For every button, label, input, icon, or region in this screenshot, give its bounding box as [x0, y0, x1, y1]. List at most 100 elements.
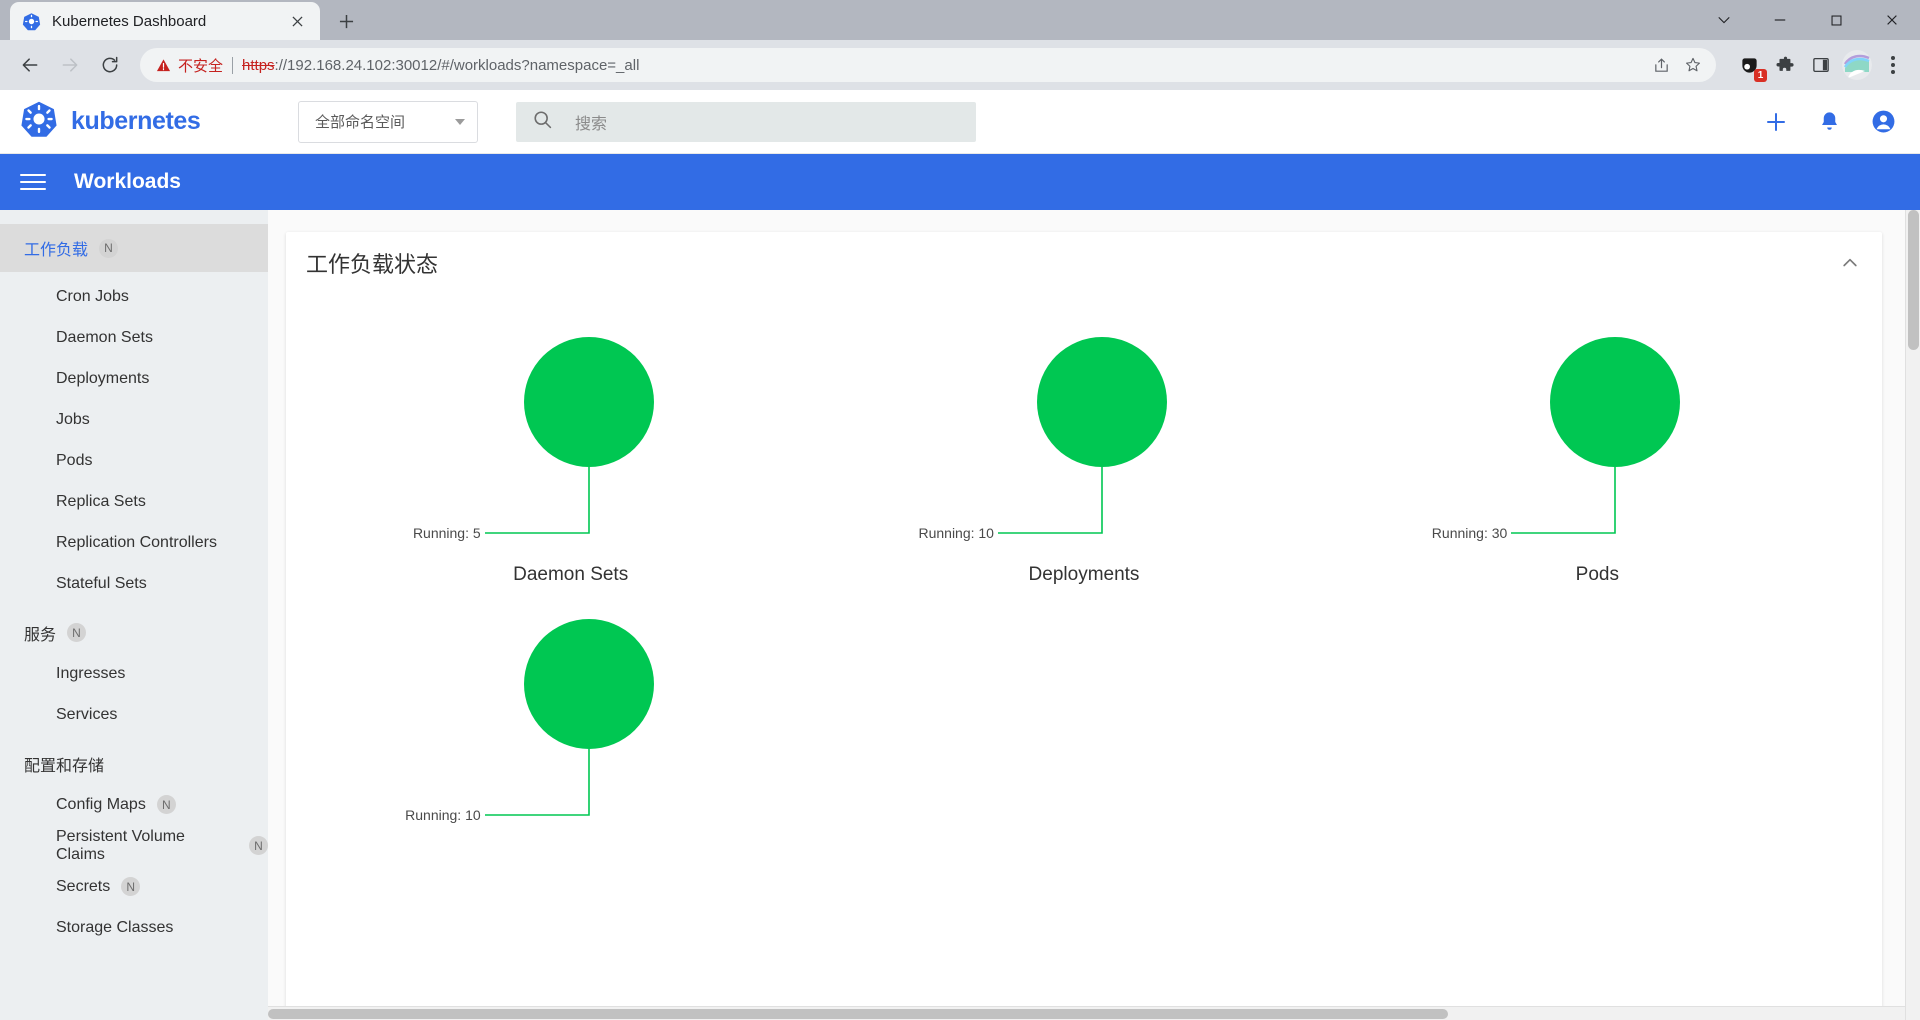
sidebar-item-label: Replication Controllers	[56, 533, 217, 551]
sidebar-item-4[interactable]: Jobs	[0, 399, 268, 440]
sidebar-item-12[interactable]: 配置和存储	[0, 743, 268, 784]
create-button[interactable]	[1764, 110, 1788, 134]
extension-puzzle-icon[interactable]	[1770, 50, 1800, 80]
tab-close-icon[interactable]	[286, 10, 308, 32]
share-icon[interactable]	[1646, 50, 1676, 80]
sidebar-item-badge: N	[249, 836, 268, 855]
sidebar-item-3[interactable]: Deployments	[0, 358, 268, 399]
workload-chart-3: Running: 10	[314, 596, 827, 836]
star-icon[interactable]	[1678, 50, 1708, 80]
sidebar-item-label: Daemon Sets	[56, 328, 153, 346]
window-chevron-down-icon[interactable]	[1696, 0, 1752, 40]
workload-chart-grid: Running: 5 Daemon Sets Running: 10 Deployme…	[286, 294, 1882, 836]
sidebar-item-10[interactable]: Ingresses	[0, 653, 268, 694]
hamburger-menu-icon[interactable]	[20, 174, 46, 190]
workload-chart-2: Running: 30 Pods	[1341, 314, 1854, 586]
extension-badge-count: 1	[1754, 69, 1767, 82]
namespace-selector[interactable]: 全部命名空间	[298, 100, 478, 143]
window-close-icon[interactable]	[1864, 0, 1920, 40]
side-panel-icon[interactable]	[1806, 50, 1836, 80]
body-area: 工作负载 N Cron Jobs Daemon Sets Deployments Jobs…	[0, 210, 1920, 1020]
sidebar-item-6[interactable]: Replica Sets	[0, 481, 268, 522]
sidebar-item-label: Stateful Sets	[56, 574, 147, 592]
sidebar-item-label: Deployments	[56, 369, 150, 387]
pie-chart[interactable]: Running: 10	[361, 596, 781, 836]
page-title: Workloads	[74, 170, 181, 193]
card-header: 工作负载状态	[286, 232, 1882, 294]
sidebar-item-9[interactable]: 服务 N	[0, 612, 268, 653]
chart-title: Pods	[1575, 564, 1619, 585]
omnibox-divider	[232, 56, 234, 74]
window-maximize-icon[interactable]	[1808, 0, 1864, 40]
window-minimize-icon[interactable]	[1752, 0, 1808, 40]
vertical-scrollbar[interactable]	[1905, 210, 1920, 1020]
sidebar-item-0[interactable]: 工作负载 N	[0, 224, 268, 272]
chart-title: Deployments	[1028, 564, 1140, 585]
pie-chart[interactable]: Running: 10	[874, 314, 1294, 554]
kubernetes-logo-icon	[20, 100, 58, 143]
sidebar-item-label: Services	[56, 705, 118, 723]
window-controls	[1696, 0, 1920, 40]
sidebar-item-label: Jobs	[56, 410, 90, 428]
chart-title: Daemon Sets	[513, 564, 629, 585]
sidebar-item-14[interactable]: Persistent Volume Claims N	[0, 825, 268, 866]
sidebar-nav: 工作负载 N Cron Jobs Daemon Sets Deployments Jobs…	[0, 210, 268, 1020]
sidebar-item-label: Replica Sets	[56, 492, 146, 510]
forward-arrow-icon[interactable]	[52, 47, 88, 83]
sidebar-item-13[interactable]: Config Maps N	[0, 784, 268, 825]
security-status-label: 不安全	[178, 57, 224, 75]
sidebar-item-label: 服务	[24, 626, 57, 644]
new-tab-button[interactable]	[329, 4, 363, 38]
horizontal-scrollbar[interactable]	[268, 1006, 1905, 1020]
sidebar-item-8[interactable]: Stateful Sets	[0, 563, 268, 604]
browser-tab-title: Kubernetes Dashboard	[52, 12, 207, 30]
horizontal-scrollbar-thumb[interactable]	[268, 1009, 1448, 1019]
sidebar-item-badge: N	[121, 877, 141, 896]
browser-toolbar: 不安全 https://192.168.24.102:30012/#/workl…	[0, 40, 1920, 90]
search-input[interactable]: 搜索	[516, 101, 976, 142]
profile-avatar-icon[interactable]	[1842, 50, 1872, 80]
sidebar-item-label: Ingresses	[56, 664, 126, 682]
extension-icons: 1	[1734, 50, 1908, 82]
header-actions	[1764, 109, 1896, 134]
omnibox-url: https://192.168.24.102:30012/#/workloads…	[242, 57, 639, 74]
back-arrow-icon[interactable]	[12, 47, 48, 83]
vertical-scrollbar-thumb[interactable]	[1908, 210, 1919, 350]
app-header: kubernetes 全部命名空间 搜索	[0, 90, 1920, 154]
account-button[interactable]	[1871, 109, 1896, 134]
browser-tab-strip: Kubernetes Dashboard	[0, 0, 1920, 40]
sidebar-item-label: Pods	[56, 451, 93, 469]
sidebar-item-5[interactable]: Pods	[0, 440, 268, 481]
search-icon	[532, 109, 553, 135]
sidebar-item-label: Config Maps	[56, 795, 146, 813]
sidebar-item-label: 配置和存储	[24, 757, 105, 775]
sidebar-item-label: Persistent Volume Claims	[56, 827, 185, 863]
sidebar-item-2[interactable]: Daemon Sets	[0, 317, 268, 358]
kebab-menu-icon[interactable]	[1878, 50, 1908, 80]
sidebar-item-label: Storage Classes	[56, 918, 174, 936]
chevron-down-icon	[455, 118, 465, 125]
chevron-up-icon[interactable]	[1840, 253, 1860, 273]
omnibox[interactable]: 不安全 https://192.168.24.102:30012/#/workl…	[140, 48, 1716, 82]
sidebar-item-7[interactable]: Replication Controllers	[0, 522, 268, 563]
sidebar-item-16[interactable]: Storage Classes	[0, 907, 268, 948]
page-root: kubernetes 全部命名空间 搜索 Workloads 工作负载 N Cr…	[0, 90, 1920, 1020]
browser-tab[interactable]: Kubernetes Dashboard	[10, 2, 320, 40]
sidebar-item-11[interactable]: Services	[0, 694, 268, 735]
workload-chart-1: Running: 10 Deployments	[827, 314, 1340, 586]
main-content: 工作负载状态 Running: 5 Daemon Sets Running: 10 D…	[268, 210, 1920, 1020]
kubernetes-favicon	[22, 12, 41, 31]
extension-pocket-icon[interactable]: 1	[1734, 50, 1767, 82]
workload-chart-0: Running: 5 Daemon Sets	[314, 314, 827, 586]
app-logo[interactable]: kubernetes	[20, 100, 276, 143]
url-rest: ://192.168.24.102:30012/#/workloads?name…	[274, 56, 640, 74]
reload-icon[interactable]	[92, 47, 128, 83]
pie-chart[interactable]: Running: 5	[361, 314, 781, 554]
notifications-button[interactable]	[1818, 110, 1841, 133]
pie-chart[interactable]: Running: 30	[1387, 314, 1807, 554]
card-title: 工作负载状态	[306, 252, 439, 277]
sidebar-item-15[interactable]: Secrets N	[0, 866, 268, 907]
warning-triangle-icon	[156, 58, 171, 73]
sidebar-item-badge: N	[67, 623, 87, 642]
sidebar-item-1[interactable]: Cron Jobs	[0, 276, 268, 317]
